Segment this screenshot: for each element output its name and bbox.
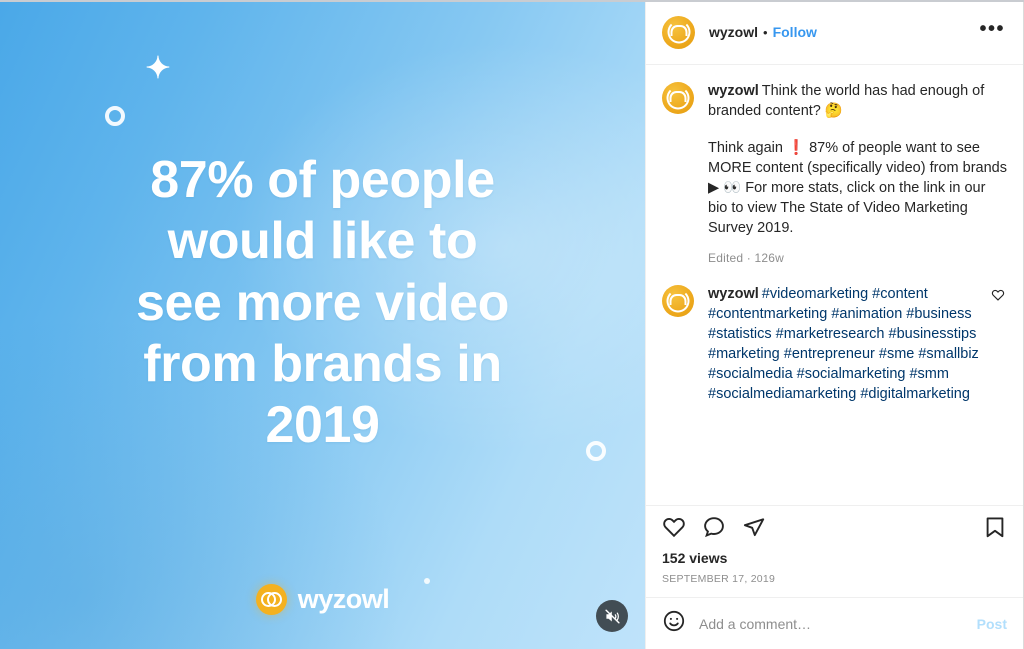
comment-button[interactable] [702, 515, 726, 539]
view-count: 152 views [662, 550, 728, 566]
speaker-muted-icon [604, 609, 620, 623]
action-row [662, 515, 1007, 539]
comment-input[interactable] [699, 615, 964, 632]
paper-plane-icon [743, 518, 765, 537]
save-button[interactable] [983, 515, 1007, 539]
header-username[interactable]: wyzowl [709, 24, 758, 40]
comment-body: wyzowl #videomarketing #content #contentm… [708, 284, 983, 404]
content-fade [646, 489, 1023, 505]
wyzowl-watermark-label: wyzowl [297, 584, 390, 614]
window-top-edge [0, 0, 1024, 2]
mute-toggle-button[interactable] [596, 600, 628, 632]
caption-line-1: wyzowl Think the world has had enough of … [708, 81, 1007, 121]
comment-composer: Post [646, 597, 1023, 649]
like-button[interactable] [662, 515, 686, 539]
heart-icon [663, 518, 685, 538]
post-actions: 152 views SEPTEMBER 17, 2019 [646, 506, 1023, 597]
post-media[interactable]: ✦ 87% of people would like to see more v… [0, 0, 645, 649]
bookmark-icon [986, 517, 1004, 538]
caption-username[interactable]: wyzowl [708, 83, 759, 99]
comments-list[interactable]: wyzowl Think the world has had enough of … [646, 65, 1023, 506]
wyzowl-avatar-icon[interactable] [662, 285, 694, 317]
caption-meta: Edited · 126w [708, 251, 1007, 265]
header-user-block: wyzowl • Follow [709, 24, 973, 40]
comment-text: wyzowl #videomarketing #content #contentm… [708, 284, 983, 404]
smiley-face-icon [663, 610, 685, 632]
post-sidebar: wyzowl • Follow ••• wyzowl Think the worl… [645, 0, 1024, 649]
comment-username[interactable]: wyzowl [708, 286, 759, 302]
post-header: wyzowl • Follow ••• [646, 0, 1023, 65]
header-separator: • [763, 25, 768, 40]
comment-like-button[interactable] [991, 288, 1007, 404]
speech-bubble-icon [704, 517, 724, 538]
wyzowl-watermark: wyzowl [0, 584, 645, 615]
meta-separator: · [746, 251, 751, 265]
share-button[interactable] [742, 515, 766, 539]
wyzowl-avatar-icon[interactable] [662, 82, 694, 114]
media-headline: 87% of people would like to see more vid… [135, 151, 510, 455]
post-caption: wyzowl Think the world has had enough of … [662, 81, 1007, 265]
post-date: SEPTEMBER 17, 2019 [662, 573, 776, 585]
instagram-post: ✦ 87% of people would like to see more v… [0, 0, 1024, 649]
more-options-button[interactable]: ••• [973, 18, 1007, 46]
edited-label: Edited [708, 251, 744, 265]
follow-button[interactable]: Follow [773, 24, 817, 40]
post-comment-button[interactable]: Post [977, 616, 1007, 632]
comment-hashtags[interactable]: #videomarketing #content #contentmarketi… [708, 286, 979, 402]
heart-icon [991, 289, 1005, 301]
caption-age: 126w [754, 251, 785, 265]
caption-text-2: Think again ❗ 87% of people want to see … [708, 140, 1007, 236]
emoji-picker-button[interactable] [662, 609, 686, 638]
comment-item: wyzowl #videomarketing #content #contentm… [662, 284, 1007, 404]
wyzowl-logo-icon [255, 584, 287, 615]
caption-body: wyzowl Think the world has had enough of … [708, 81, 1007, 265]
wyzowl-avatar-icon[interactable] [662, 15, 695, 49]
